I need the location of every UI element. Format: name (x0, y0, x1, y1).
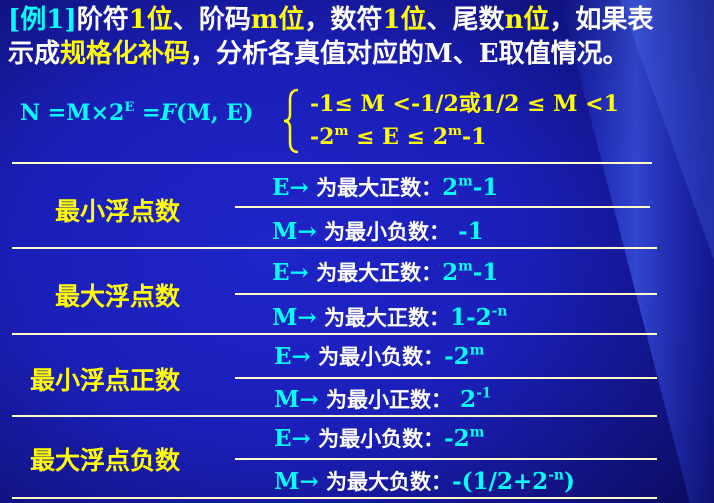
row-e: E→ 为最大正数：2m-1 (272, 173, 499, 201)
arrow-right-icon: → (291, 425, 311, 452)
arrow-right-icon: → (297, 218, 317, 245)
divider (12, 333, 657, 335)
divider (235, 293, 657, 295)
divider (12, 247, 657, 249)
arrow-right-icon: → (289, 174, 309, 201)
condition-mantissa: -1≤ M <-1/2或1/2 ≤ M <1 (310, 91, 619, 117)
divider (12, 162, 652, 164)
title-line-1: [例1]阶符1位、阶码m位，数符1位、尾数n位，如果表 (8, 5, 654, 35)
left-brace-icon (283, 88, 299, 154)
row-e: E→ 为最大正数：2m-1 (272, 258, 499, 286)
arrow-right-icon: → (299, 386, 319, 413)
condition-exponent: -2m ≤ E ≤ 2m-1 (310, 123, 487, 150)
divider (235, 206, 650, 208)
section-label-min-float: 最小浮点数 (55, 197, 181, 226)
row-e: E→ 为最小负数：-2m (274, 424, 485, 452)
divider (235, 458, 657, 460)
example-tag: [例1] (8, 5, 77, 35)
arrow-right-icon: → (297, 304, 317, 331)
row-m: M→ 为最小正数： 2-1 (274, 385, 492, 413)
row-m: M→ 为最小负数： -1 (272, 218, 484, 245)
section-label-max-float: 最大浮点数 (55, 282, 181, 311)
row-m: M→ 为最大负数：-(1/2+2-n) (274, 467, 575, 495)
row-m: M→ 为最大正数：1-2-n (272, 303, 508, 331)
title-line-2: 示成规格化补码，分析各真值对应的M、E取值情况。 (8, 39, 629, 69)
divider (235, 377, 657, 379)
divider (12, 415, 657, 417)
row-e: E→ 为最小负数：-2m (274, 342, 485, 370)
arrow-right-icon: → (291, 343, 311, 370)
arrow-right-icon: → (299, 468, 319, 495)
section-label-min-positive: 最小浮点正数 (30, 366, 181, 395)
divider (12, 497, 657, 499)
section-label-max-negative: 最大浮点负数 (30, 446, 181, 475)
arrow-right-icon: → (289, 259, 309, 286)
formula: N =M×2E =F(M, E) (20, 99, 254, 126)
